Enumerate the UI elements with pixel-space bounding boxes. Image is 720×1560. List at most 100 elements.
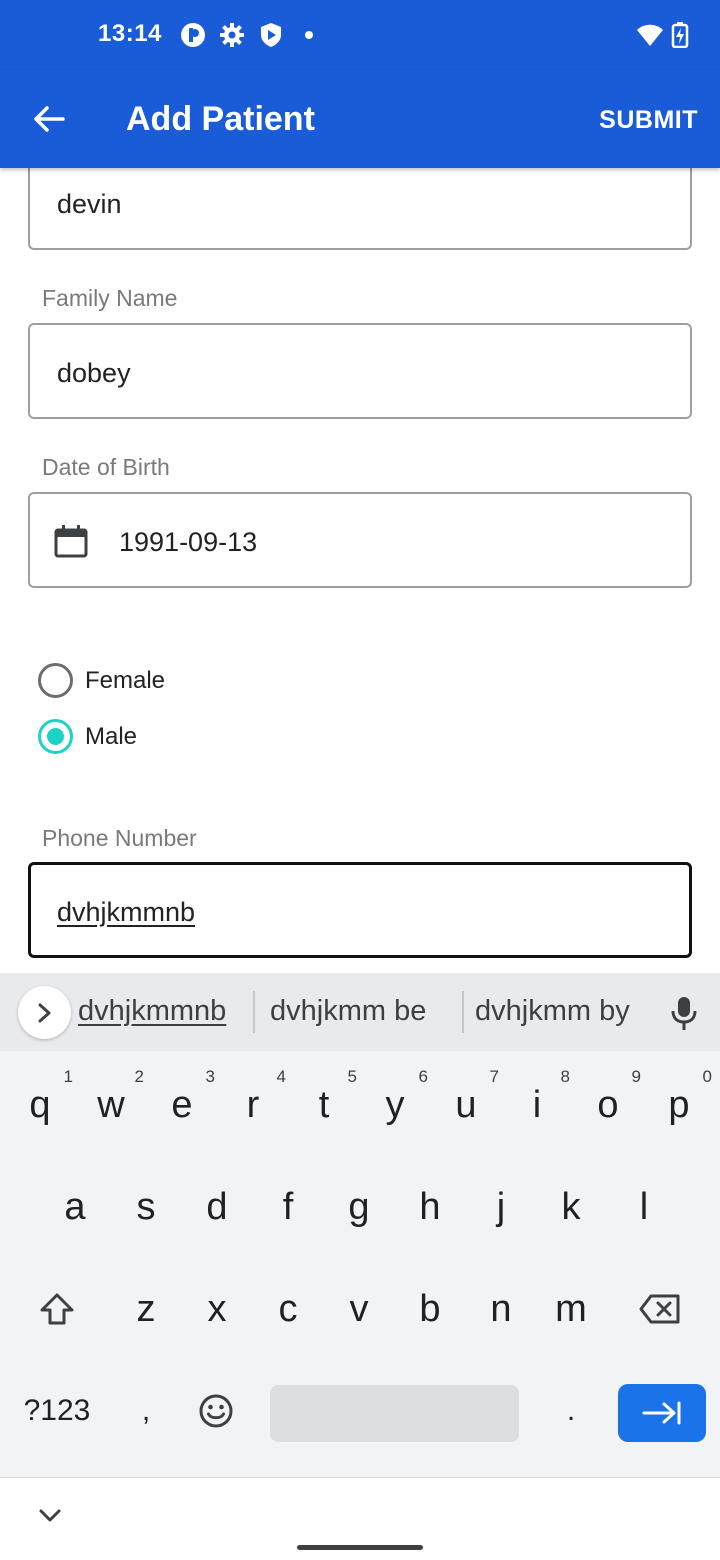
suggestion-1[interactable]: dvhjkmmnb xyxy=(78,995,226,1028)
key-u-hint: 7 xyxy=(489,1067,499,1086)
suggestion-3[interactable]: dvhjkmm by xyxy=(475,995,630,1028)
status-bar: 13:14 xyxy=(0,0,720,70)
key-u[interactable]: u7 xyxy=(433,1063,499,1147)
next-field-button[interactable] xyxy=(618,1384,706,1442)
key-r-label: r xyxy=(246,1083,260,1126)
home-gesture-pill[interactable] xyxy=(297,1545,423,1550)
key-g[interactable]: g xyxy=(326,1165,392,1249)
key-z[interactable]: z xyxy=(113,1267,179,1351)
chevron-right-icon xyxy=(38,1003,50,1022)
emoji-icon xyxy=(199,1394,233,1428)
suggestion-bar: dvhjkmmnb dvhjkmm be dvhjkmm by xyxy=(0,973,720,1051)
key-q-label: q xyxy=(29,1083,51,1126)
key-i[interactable]: i8 xyxy=(504,1063,570,1147)
soft-keyboard: dvhjkmmnb dvhjkmm be dvhjkmm by q1 w2 e3… xyxy=(0,973,720,1560)
given-name-field[interactable]: devin xyxy=(28,168,692,250)
key-p-hint: 0 xyxy=(702,1067,712,1086)
phone-number-label: Phone Number xyxy=(42,825,197,851)
screen: 13:14 Add Patient SUBMIT devin Family Na… xyxy=(0,0,720,1560)
key-c[interactable]: c xyxy=(255,1267,321,1351)
dob-label: Date of Birth xyxy=(42,454,170,480)
comma-key[interactable]: , xyxy=(113,1369,179,1453)
family-name-field[interactable]: dobey xyxy=(28,323,692,419)
key-q-hint: 1 xyxy=(63,1067,73,1086)
key-t-hint: 5 xyxy=(347,1067,357,1086)
page-title: Add Patient xyxy=(126,100,315,138)
app-bar: Add Patient SUBMIT xyxy=(0,70,720,168)
suggestion-divider xyxy=(462,991,464,1033)
submit-button[interactable]: SUBMIT xyxy=(599,106,698,135)
key-w[interactable]: w2 xyxy=(78,1063,144,1147)
key-t-label: t xyxy=(318,1083,330,1126)
key-x[interactable]: x xyxy=(184,1267,250,1351)
key-e-label: e xyxy=(171,1083,193,1126)
microphone-icon[interactable] xyxy=(668,995,700,1031)
vpn-key-icon xyxy=(181,23,205,47)
key-l[interactable]: l xyxy=(611,1165,677,1249)
key-i-hint: 8 xyxy=(560,1067,570,1086)
shift-key[interactable] xyxy=(24,1267,90,1351)
key-e-hint: 3 xyxy=(205,1067,215,1086)
key-n[interactable]: n xyxy=(468,1267,534,1351)
dob-field[interactable]: 1991-09-13 xyxy=(28,492,692,588)
key-o[interactable]: o9 xyxy=(575,1063,641,1147)
gender-male-label: Male xyxy=(85,722,138,750)
key-e[interactable]: e3 xyxy=(149,1063,215,1147)
key-w-label: w xyxy=(97,1083,125,1126)
phone-number-value: dvhjkmmnb xyxy=(57,897,196,927)
gender-female-radio[interactable]: Female xyxy=(38,663,165,698)
battery-charging-icon xyxy=(671,22,689,48)
navigation-bar xyxy=(0,1477,720,1560)
suggestion-divider xyxy=(253,991,255,1033)
key-d[interactable]: d xyxy=(184,1165,250,1249)
emoji-key[interactable] xyxy=(183,1369,249,1453)
calendar-icon xyxy=(54,525,88,558)
key-m[interactable]: m xyxy=(538,1267,604,1351)
symbols-key[interactable]: ?123 xyxy=(12,1369,102,1453)
key-y[interactable]: y6 xyxy=(362,1063,429,1147)
backspace-key[interactable] xyxy=(627,1267,693,1351)
key-p-label: p xyxy=(668,1083,690,1126)
radio-checked-circle xyxy=(38,719,73,754)
key-q[interactable]: q1 xyxy=(7,1063,73,1147)
gender-male-radio[interactable]: Male xyxy=(38,719,137,754)
key-a[interactable]: a xyxy=(42,1165,108,1249)
key-f[interactable]: f xyxy=(255,1165,321,1249)
key-u-label: u xyxy=(455,1083,477,1126)
key-i-label: i xyxy=(532,1083,542,1126)
tab-arrow-icon xyxy=(642,1401,681,1425)
keyboard-expand-button[interactable] xyxy=(18,986,71,1039)
key-v[interactable]: v xyxy=(326,1267,392,1351)
status-time: 13:14 xyxy=(98,20,162,47)
wifi-icon xyxy=(637,24,663,46)
backspace-icon xyxy=(639,1294,680,1324)
key-b[interactable]: b xyxy=(397,1267,463,1351)
key-y-label: y xyxy=(385,1083,405,1126)
gender-female-label: Female xyxy=(85,666,166,694)
settings-icon xyxy=(220,23,244,47)
key-h[interactable]: h xyxy=(397,1165,463,1249)
key-j[interactable]: j xyxy=(468,1165,534,1249)
back-button[interactable] xyxy=(24,94,74,144)
key-o-label: o xyxy=(597,1083,619,1126)
family-name-label: Family Name xyxy=(42,285,178,311)
radio-unchecked-circle xyxy=(38,663,73,698)
arrow-left-icon xyxy=(34,106,65,132)
space-key[interactable] xyxy=(270,1385,519,1442)
key-y-hint: 6 xyxy=(418,1067,428,1086)
key-r[interactable]: r4 xyxy=(220,1063,286,1147)
given-name-value: devin xyxy=(57,189,122,219)
phone-number-field[interactable]: dvhjkmmnb xyxy=(28,862,692,958)
patient-form: devin Family Name dobey Date of Birth 19… xyxy=(0,168,720,973)
key-t[interactable]: t5 xyxy=(291,1063,357,1147)
key-o-hint: 9 xyxy=(631,1067,641,1086)
hide-keyboard-chevron-icon[interactable] xyxy=(36,1506,64,1526)
key-k[interactable]: k xyxy=(538,1165,604,1249)
key-s[interactable]: s xyxy=(113,1165,179,1249)
suggestion-2[interactable]: dvhjkmm be xyxy=(270,995,426,1028)
key-p[interactable]: p0 xyxy=(646,1063,712,1147)
period-key[interactable]: . xyxy=(538,1369,604,1453)
family-name-value: dobey xyxy=(57,358,131,388)
dob-value: 1991-09-13 xyxy=(119,527,258,557)
key-r-hint: 4 xyxy=(276,1067,286,1086)
